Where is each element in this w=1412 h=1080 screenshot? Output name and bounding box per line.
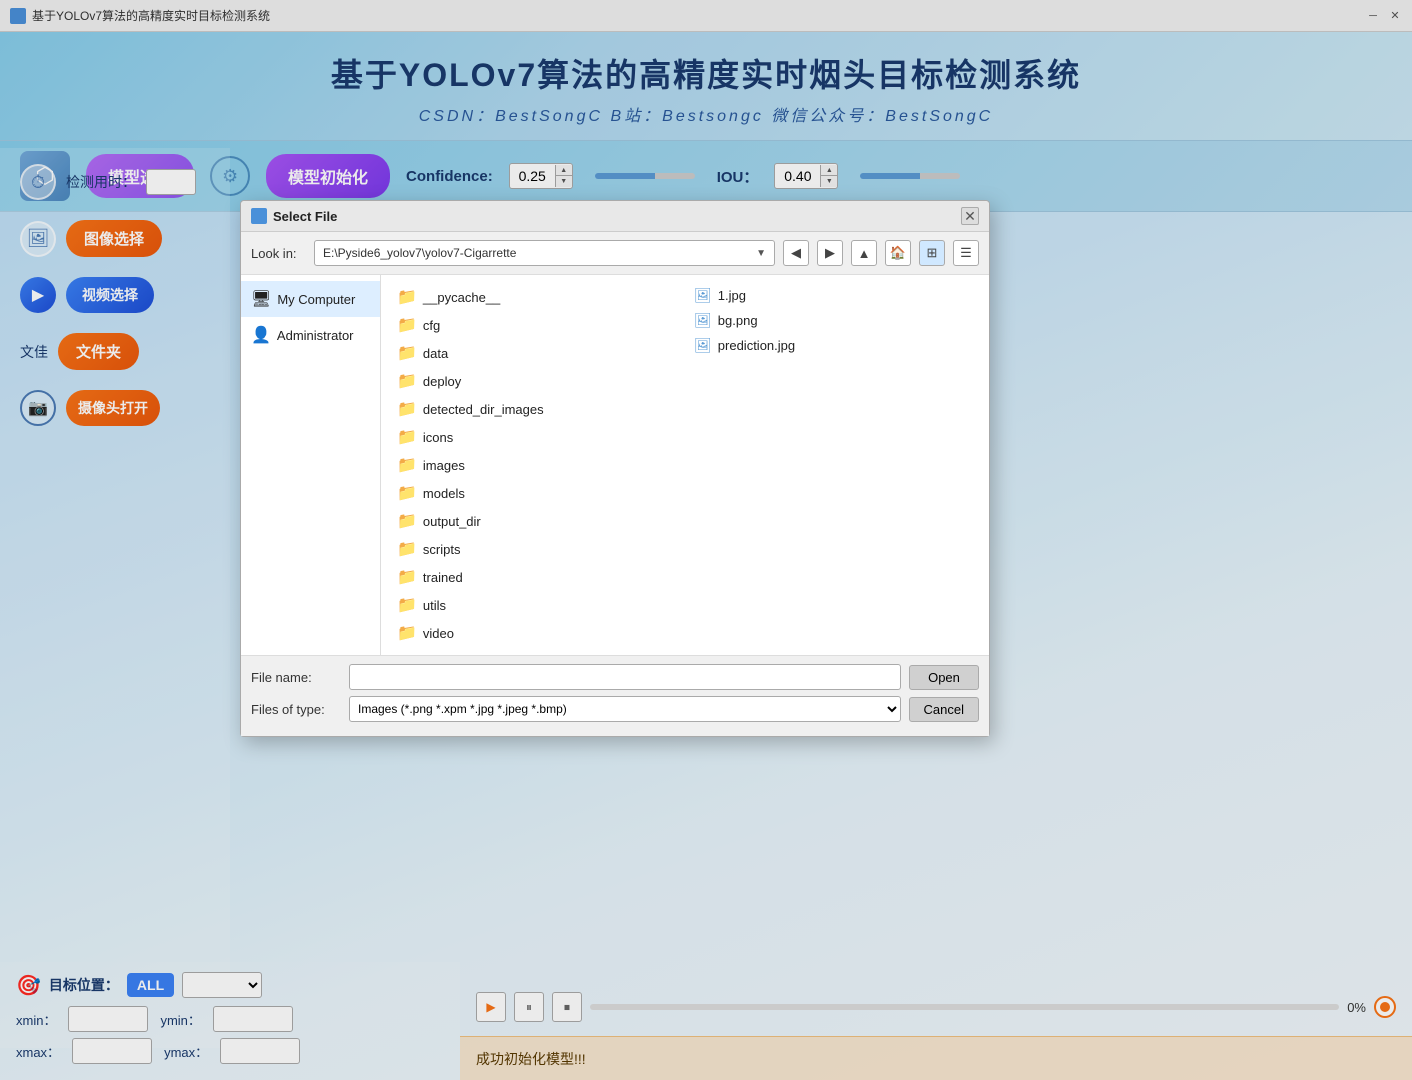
folder-data[interactable]: 📁 data	[389, 339, 684, 367]
bookmark-administrator-label: Administrator	[277, 328, 354, 343]
filetype-label: Files of type:	[251, 702, 341, 717]
folder-icons-label: icons	[423, 430, 453, 445]
nav-home-button[interactable]: 🏠	[885, 240, 911, 266]
dialog-overlay: Select File ✕ Look in: E:\Pyside6_yolov7…	[0, 0, 1412, 1080]
folder-icon: 📁	[397, 399, 417, 419]
folder-detected-label: detected_dir_images	[423, 402, 544, 417]
folder-output-dir[interactable]: 📁 output_dir	[389, 507, 684, 535]
lookin-path-box[interactable]: E:\Pyside6_yolov7\yolov7-Cigarrette ▼	[314, 240, 775, 266]
file-1jpg[interactable]: 🖼 1.jpg	[686, 283, 981, 308]
folder-models-label: models	[423, 486, 465, 501]
file-dialog: Select File ✕ Look in: E:\Pyside6_yolov7…	[240, 200, 990, 737]
folder-utils-label: utils	[423, 598, 446, 613]
folder-icon: 📁	[397, 567, 417, 587]
folder-scripts[interactable]: 📁 scripts	[389, 535, 684, 563]
folder-icons[interactable]: 📁 icons	[389, 423, 684, 451]
folder-icon: 📁	[397, 539, 417, 559]
folder-deploy-label: deploy	[423, 374, 461, 389]
folder-pycache[interactable]: 📁 __pycache__	[389, 283, 684, 311]
folder-icon: 📁	[397, 511, 417, 531]
folder-trained-label: trained	[423, 570, 463, 585]
computer-icon: 🖥	[251, 289, 271, 309]
image-file-icon: 🖼	[694, 337, 712, 354]
folder-images[interactable]: 📁 images	[389, 451, 684, 479]
file-predictionjpg-label: prediction.jpg	[718, 338, 795, 353]
nav-back-button[interactable]: ◀	[783, 240, 809, 266]
folder-utils[interactable]: 📁 utils	[389, 591, 684, 619]
folder-cfg-label: cfg	[423, 318, 440, 333]
folder-models[interactable]: 📁 models	[389, 479, 684, 507]
nav-up-button[interactable]: ▲	[851, 240, 877, 266]
filename-input[interactable]	[349, 664, 901, 690]
filetype-select[interactable]: Images (*.png *.xpm *.jpg *.jpeg *.bmp)	[349, 696, 901, 722]
folder-icon: 📁	[397, 427, 417, 447]
user-icon: 👤	[251, 325, 271, 345]
folder-icon: 📁	[397, 343, 417, 363]
folder-video[interactable]: 📁 video	[389, 619, 684, 647]
bookmark-administrator[interactable]: 👤 Administrator	[241, 317, 380, 353]
nav-forward-button[interactable]: ▶	[817, 240, 843, 266]
folder-cfg[interactable]: 📁 cfg	[389, 311, 684, 339]
dialog-close-button[interactable]: ✕	[961, 207, 979, 225]
folder-icon: 📁	[397, 483, 417, 503]
folder-data-label: data	[423, 346, 448, 361]
cancel-button[interactable]: Cancel	[909, 697, 979, 722]
image-file-icon: 🖼	[694, 287, 712, 304]
folder-video-label: video	[423, 626, 454, 641]
open-button[interactable]: Open	[909, 665, 979, 690]
lookin-label: Look in:	[251, 246, 306, 261]
lookin-bar: Look in: E:\Pyside6_yolov7\yolov7-Cigarr…	[241, 232, 989, 275]
bookmark-my-computer[interactable]: 🖥 My Computer	[241, 281, 380, 317]
file-1jpg-label: 1.jpg	[718, 288, 746, 303]
filename-row: File name: Open	[251, 664, 979, 690]
filetype-row: Files of type: Images (*.png *.xpm *.jpg…	[251, 696, 979, 722]
file-bgpng[interactable]: 🖼 bg.png	[686, 308, 981, 333]
folder-output-label: output_dir	[423, 514, 481, 529]
file-bgpng-label: bg.png	[718, 313, 758, 328]
bookmarks-panel: 🖥 My Computer 👤 Administrator	[241, 275, 381, 655]
folder-deploy[interactable]: 📁 deploy	[389, 367, 684, 395]
lookin-path-dropdown[interactable]: ▼	[756, 248, 766, 259]
folder-trained[interactable]: 📁 trained	[389, 563, 684, 591]
dialog-title-bar: Select File ✕	[241, 201, 989, 232]
folder-icon: 📁	[397, 455, 417, 475]
folder-pycache-label: __pycache__	[423, 290, 500, 305]
file-predictionjpg[interactable]: 🖼 prediction.jpg	[686, 333, 981, 358]
view-grid-button[interactable]: ⊞	[919, 240, 945, 266]
folder-scripts-label: scripts	[423, 542, 461, 557]
folder-detected-dir-images[interactable]: 📁 detected_dir_images	[389, 395, 684, 423]
image-file-icon: 🖼	[694, 312, 712, 329]
files-grid: 📁 __pycache__ 📁 cfg 📁 data 📁	[385, 279, 985, 651]
folder-icon: 📁	[397, 595, 417, 615]
dialog-icon	[251, 208, 267, 224]
view-list-button[interactable]: ☰	[953, 240, 979, 266]
folder-icon: 📁	[397, 287, 417, 307]
folder-icon: 📁	[397, 623, 417, 643]
folder-images-label: images	[423, 458, 465, 473]
lookin-path-text: E:\Pyside6_yolov7\yolov7-Cigarrette	[323, 246, 516, 260]
folder-icon: 📁	[397, 371, 417, 391]
dialog-footer: File name: Open Files of type: Images (*…	[241, 655, 989, 736]
dialog-body: 🖥 My Computer 👤 Administrator 📁 __pycach…	[241, 275, 989, 655]
folder-icon: 📁	[397, 315, 417, 335]
files-panel: 📁 __pycache__ 📁 cfg 📁 data 📁	[381, 275, 989, 655]
dialog-title: Select File	[273, 209, 337, 224]
bookmark-my-computer-label: My Computer	[277, 292, 355, 307]
filename-label: File name:	[251, 670, 341, 685]
